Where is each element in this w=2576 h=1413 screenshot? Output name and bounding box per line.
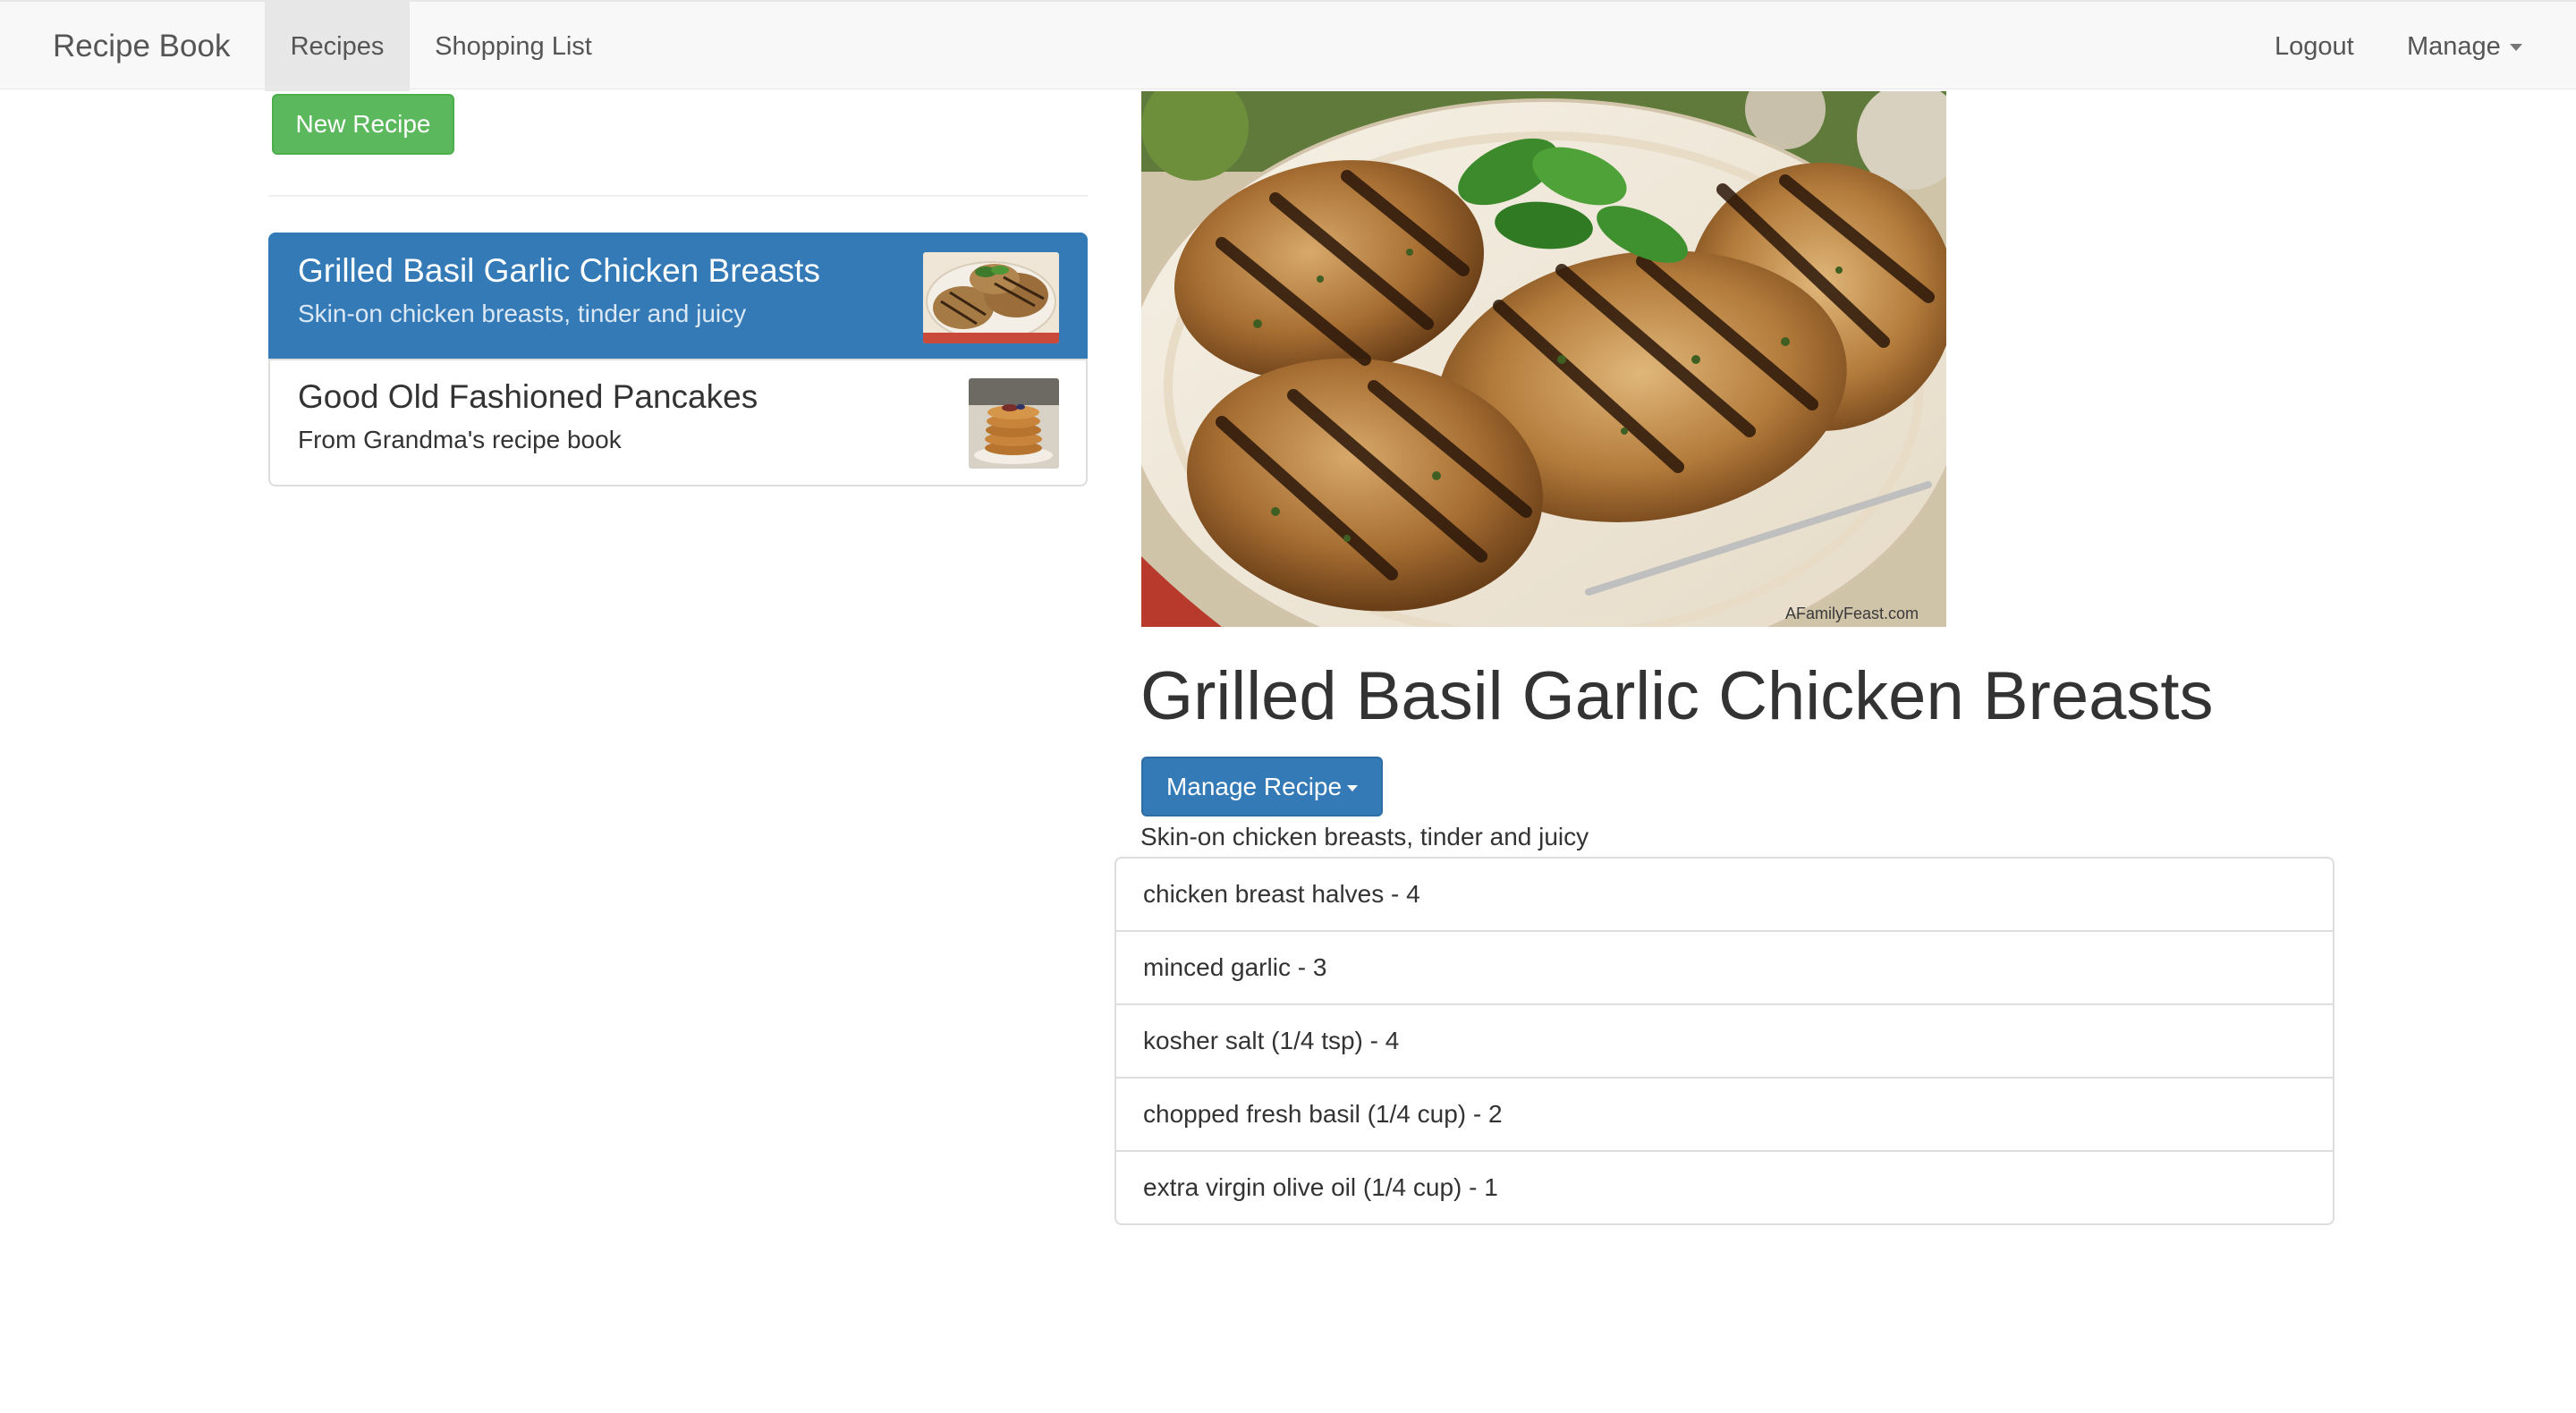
tab-recipes[interactable]: Recipes <box>265 2 410 91</box>
divider <box>268 195 1088 197</box>
ingredient-item[interactable]: extra virgin olive oil (1/4 cup) - 1 <box>1114 1150 2334 1225</box>
recipe-item-pancakes[interactable]: Good Old Fashioned Pancakes From Grandma… <box>268 359 1088 487</box>
manage-recipe-button[interactable]: Manage Recipe <box>1141 757 1383 816</box>
ingredient-item[interactable]: chicken breast halves - 4 <box>1114 857 2334 932</box>
recipe-image: AFamilyFeast.com <box>1141 91 1946 627</box>
brand-link[interactable]: Recipe Book <box>53 2 230 91</box>
logout-label: Logout <box>2275 32 2354 61</box>
logout-link[interactable]: Logout <box>2275 2 2354 91</box>
recipe-item-description: From Grandma's recipe book <box>298 426 622 453</box>
recipe-thumbnail-pancakes <box>969 378 1059 469</box>
manage-label: Manage <box>2407 32 2501 61</box>
recipe-item-grilled-chicken[interactable]: Grilled Basil Garlic Chicken Breasts Ski… <box>268 233 1088 360</box>
recipe-item-name: Good Old Fashioned Pancakes <box>298 378 758 415</box>
tab-shopping-list[interactable]: Shopping List <box>410 2 617 91</box>
ingredient-item[interactable]: kosher salt (1/4 tsp) - 4 <box>1114 1003 2334 1079</box>
recipe-item-name: Grilled Basil Garlic Chicken Breasts <box>298 252 820 289</box>
recipe-thumbnail-chicken <box>923 252 1059 343</box>
recipe-item-description: Skin-on chicken breasts, tinder and juic… <box>298 300 747 327</box>
ingredient-list: chicken breast halves - 4 minced garlic … <box>1114 857 2334 1225</box>
recipe-description: Skin-on chicken breasts, tinder and juic… <box>1140 823 1589 850</box>
caret-down-icon <box>2509 44 2522 52</box>
image-watermark: AFamilyFeast.com <box>1785 605 1919 622</box>
recipe-list: Grilled Basil Garlic Chicken Breasts Ski… <box>268 233 1088 487</box>
manage-dropdown[interactable]: Manage <box>2407 2 2522 91</box>
caret-down-icon <box>1347 785 1359 792</box>
ingredient-item[interactable]: minced garlic - 3 <box>1114 930 2334 1005</box>
manage-recipe-label: Manage Recipe <box>1165 773 1343 800</box>
ingredient-item[interactable]: chopped fresh basil (1/4 cup) - 2 <box>1114 1077 2334 1152</box>
recipe-title: Grilled Basil Garlic Chicken Breasts <box>1140 658 2214 734</box>
navbar: Recipe Book Recipes Shopping List Logout… <box>0 0 2576 91</box>
new-recipe-button[interactable]: New Recipe <box>272 94 454 155</box>
